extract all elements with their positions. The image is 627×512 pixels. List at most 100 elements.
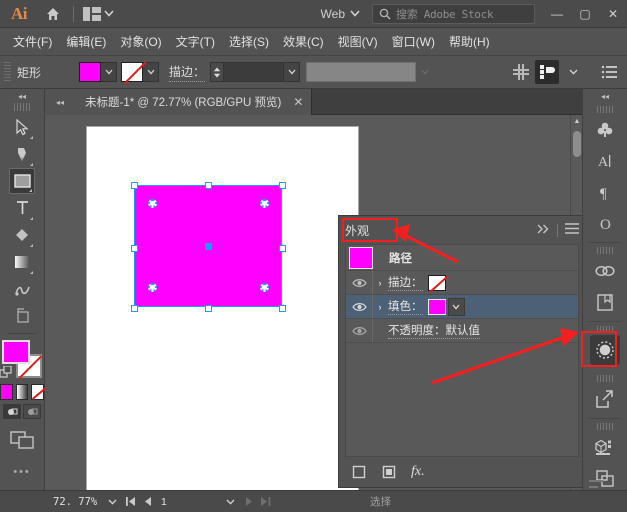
menu-file[interactable]: 文件(F) bbox=[6, 30, 59, 53]
zoom-chevron-down-icon[interactable] bbox=[103, 494, 121, 510]
minimize-button[interactable]: — bbox=[543, 0, 571, 28]
selection-handle-bc[interactable] bbox=[205, 305, 212, 312]
stroke-swatch[interactable] bbox=[121, 62, 143, 82]
corner-radius-widget-tl[interactable] bbox=[148, 199, 157, 208]
right-dock-grip[interactable] bbox=[597, 423, 613, 430]
expand-stroke-chevron-right-icon[interactable]: › bbox=[372, 278, 388, 288]
maximize-button[interactable]: ▢ bbox=[571, 0, 599, 28]
right-dock-grip[interactable] bbox=[597, 375, 613, 382]
zoom-level-input[interactable]: 72. 77% bbox=[51, 494, 101, 510]
previous-artboard-button[interactable] bbox=[140, 494, 155, 510]
character-icon[interactable]: A bbox=[590, 146, 620, 176]
artboard[interactable] bbox=[86, 126, 359, 495]
selection-handle-ml[interactable] bbox=[131, 245, 138, 252]
selection-handle-bl[interactable] bbox=[131, 305, 138, 312]
fill-swatch[interactable] bbox=[79, 62, 101, 82]
3d-materials-icon[interactable] bbox=[590, 432, 620, 462]
artboard-number-input[interactable]: 1 bbox=[157, 494, 219, 510]
color-mode-gradient[interactable] bbox=[16, 384, 29, 400]
corner-radius-widget-bl[interactable] bbox=[148, 283, 157, 292]
menu-help[interactable]: 帮助(H) bbox=[442, 30, 497, 53]
paragraph-icon[interactable]: ¶ bbox=[590, 177, 620, 207]
fill-color-swatch[interactable] bbox=[2, 340, 30, 364]
stroke-row-swatch[interactable] bbox=[428, 275, 446, 291]
selection-handle-tr[interactable] bbox=[279, 182, 286, 189]
scrollbar-thumb[interactable] bbox=[573, 131, 581, 157]
type-tool[interactable] bbox=[9, 195, 35, 221]
menu-select[interactable]: 选择(S) bbox=[222, 30, 276, 53]
stroke-profile-chevron-down-icon[interactable] bbox=[416, 62, 434, 82]
menu-type[interactable]: 文字(T) bbox=[169, 30, 222, 53]
eraser-tool[interactable] bbox=[9, 222, 35, 248]
right-dock-collapse-icon[interactable]: ◂◂ bbox=[583, 89, 627, 103]
selection-tool[interactable] bbox=[9, 114, 35, 140]
draw-behind-icon[interactable] bbox=[23, 404, 41, 419]
fill-stroke-control[interactable] bbox=[2, 340, 42, 380]
tools-drag-grip[interactable] bbox=[14, 103, 30, 111]
links-icon[interactable] bbox=[590, 256, 620, 286]
opentype-icon[interactable]: O bbox=[590, 208, 620, 238]
search-input[interactable]: 搜索 Adobe Stock bbox=[372, 4, 535, 24]
next-artboard-button[interactable] bbox=[241, 494, 256, 510]
menu-edit[interactable]: 编辑(E) bbox=[59, 30, 113, 53]
visibility-icon[interactable] bbox=[346, 326, 372, 336]
appearance-path-row[interactable]: 路径 bbox=[346, 245, 578, 271]
selection-handle-mr[interactable] bbox=[279, 245, 286, 252]
fill-row-swatch[interactable] bbox=[428, 299, 446, 315]
add-effect-button[interactable]: fx. bbox=[411, 464, 425, 480]
free-transform-tool[interactable] bbox=[9, 276, 35, 302]
home-icon[interactable] bbox=[38, 0, 68, 28]
expand-fill-chevron-right-icon[interactable]: › bbox=[372, 302, 388, 312]
right-dock-grip[interactable] bbox=[597, 247, 613, 254]
menu-effect[interactable]: 效果(C) bbox=[276, 30, 331, 53]
fill-chevron-down-icon[interactable] bbox=[101, 62, 117, 82]
pathfinder-icon[interactable] bbox=[590, 463, 620, 493]
menu-object[interactable]: 对象(O) bbox=[113, 30, 168, 53]
menu-view[interactable]: 视图(V) bbox=[331, 30, 385, 53]
more-tools-button[interactable]: ••• bbox=[0, 466, 44, 478]
stroke-weight-input[interactable] bbox=[224, 62, 284, 82]
libraries-icon[interactable] bbox=[590, 287, 620, 317]
selection-handle-tl[interactable] bbox=[131, 182, 138, 189]
swatches-icon[interactable] bbox=[590, 115, 620, 145]
fill-swatch-group[interactable] bbox=[79, 62, 117, 82]
opacity-row-label[interactable]: 不透明度：默认值 bbox=[388, 322, 480, 339]
swap-fill-stroke-icon[interactable] bbox=[0, 366, 14, 382]
right-dock-grip[interactable] bbox=[597, 106, 613, 113]
panel-menu-icon[interactable] bbox=[565, 223, 579, 237]
stroke-profile-input[interactable] bbox=[306, 62, 416, 82]
appearance-panel[interactable]: 外观 路径 › bbox=[338, 215, 586, 488]
appearance-stroke-row[interactable]: › 描边： bbox=[346, 271, 578, 295]
add-new-stroke-icon[interactable] bbox=[351, 464, 367, 480]
appearance-fill-row[interactable]: › 填色： bbox=[346, 295, 578, 319]
selection-handle-br[interactable] bbox=[279, 305, 286, 312]
first-artboard-button[interactable] bbox=[123, 494, 138, 510]
draw-normal-icon[interactable] bbox=[3, 404, 21, 419]
align-icon[interactable] bbox=[509, 60, 533, 84]
drag-grip[interactable] bbox=[4, 62, 11, 82]
chevron-double-right-icon[interactable] bbox=[537, 224, 550, 237]
appearance-opacity-row[interactable]: 不透明度：默认值 bbox=[346, 319, 578, 343]
visibility-icon[interactable] bbox=[346, 302, 372, 312]
last-artboard-button[interactable] bbox=[258, 494, 273, 510]
asset-export-icon[interactable] bbox=[590, 384, 620, 414]
workspace-switcher[interactable]: Web bbox=[315, 7, 366, 21]
scroll-up-icon[interactable]: ▲ bbox=[571, 115, 582, 127]
artboard-chevron-down-icon[interactable] bbox=[221, 494, 239, 510]
selection-handle-tc[interactable] bbox=[205, 182, 212, 189]
menu-window[interactable]: 窗口(W) bbox=[385, 30, 442, 53]
close-button[interactable]: ✕ bbox=[599, 0, 627, 28]
visibility-icon[interactable] bbox=[346, 278, 372, 288]
add-new-fill-icon[interactable] bbox=[381, 464, 397, 480]
stroke-weight-stepper[interactable] bbox=[210, 62, 224, 82]
left-panel-collapse-icon[interactable]: ◂◂ bbox=[45, 89, 75, 115]
stroke-chevron-down-icon[interactable] bbox=[143, 62, 159, 82]
arrange-chevron-down-icon[interactable] bbox=[561, 60, 585, 84]
arrange-objects-icon[interactable] bbox=[535, 60, 559, 84]
arrange-layout-button[interactable] bbox=[79, 3, 118, 25]
corner-radius-widget-br[interactable] bbox=[260, 283, 269, 292]
magenta-rectangle-shape[interactable] bbox=[134, 185, 282, 307]
rectangle-tool[interactable] bbox=[9, 168, 35, 194]
color-mode-color[interactable] bbox=[0, 384, 13, 400]
list-options-icon[interactable] bbox=[597, 60, 621, 84]
